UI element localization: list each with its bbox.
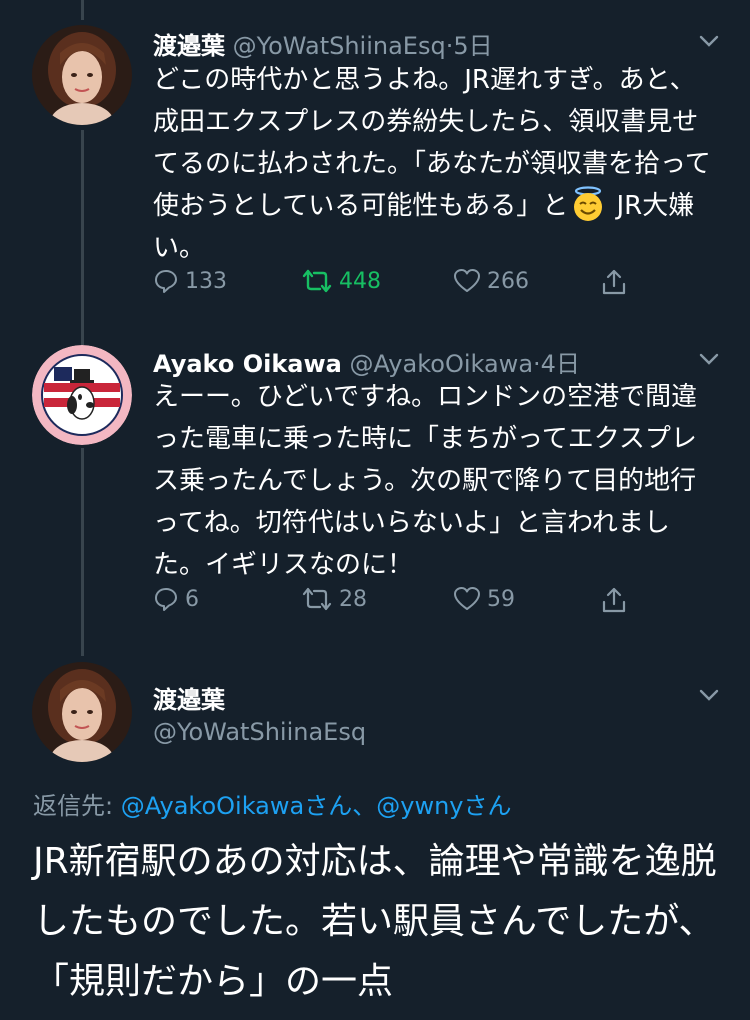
avatar[interactable] [32, 345, 132, 445]
handle[interactable]: @AyakoOikawa [350, 350, 534, 378]
chevron-down-icon[interactable] [698, 348, 720, 370]
handle[interactable]: @YoWatShiinaEsq [153, 718, 366, 746]
reply-count: 6 [185, 586, 199, 612]
reply-button[interactable]: 6 [153, 586, 199, 612]
display-name[interactable]: 渡邉葉 [153, 32, 225, 60]
separator: · [533, 350, 541, 378]
chevron-down-icon[interactable] [698, 684, 720, 706]
replying-to-label: 返信先: [33, 792, 121, 820]
retweet-count: 28 [339, 586, 367, 612]
chevron-down-icon[interactable] [698, 30, 720, 52]
reply-icon [155, 588, 177, 611]
like-count: 59 [487, 586, 515, 612]
heart-icon [454, 587, 480, 610]
snoopy-badge-icon [32, 345, 132, 445]
like-button[interactable]: 59 [453, 586, 515, 612]
mention-suffix: さん [463, 792, 512, 820]
retweet-button[interactable]: 448 [301, 268, 381, 294]
tweet-text: JR新宿駅のあの対応は、論理や常識を逸脱したものでした。若い駅員さんでしたが、「… [33, 841, 717, 1002]
tweet-text: どこの時代かと思うよね。JR遅れすぎ。あと、成田エクスプレスの券紛失したら、領収… [153, 59, 718, 269]
mention-suffix: さん、 [304, 792, 377, 820]
reply-icon [155, 270, 177, 293]
like-button[interactable]: 266 [453, 268, 529, 294]
retweet-icon [302, 587, 332, 611]
timestamp[interactable]: 4日 [541, 350, 580, 378]
tweet-text: えーー。ひどいですね。ロンドンの空港で間違った電車に乗った時に「まちがってエクス… [153, 382, 698, 580]
retweet-icon [302, 269, 332, 293]
mention-link-ywny[interactable]: @ywny [376, 792, 463, 820]
display-name[interactable]: 渡邉葉 [153, 686, 225, 714]
reply-count: 133 [185, 268, 227, 294]
replying-to: 返信先: @AyakoOikawaさん、@ywnyさん [33, 786, 511, 821]
share-icon [602, 269, 626, 295]
tweet-2[interactable]: Ayako Oikawa @AyakoOikawa·4日 えーー。ひどいですね。… [0, 330, 750, 640]
handle[interactable]: @YoWatShiinaEsq [233, 32, 446, 60]
display-name[interactable]: Ayako Oikawa [153, 350, 342, 378]
smiling-face-with-halo-icon [574, 186, 603, 221]
reply-button[interactable]: 133 [153, 268, 227, 294]
retweet-count: 448 [339, 268, 381, 294]
share-button[interactable] [601, 268, 633, 296]
mention-link-ayakooikawa[interactable]: @AyakoOikawa [121, 792, 305, 820]
user-photo-icon [32, 25, 132, 125]
timestamp[interactable]: 5日 [453, 32, 492, 60]
heart-icon [454, 269, 480, 292]
avatar[interactable] [32, 662, 132, 762]
retweet-button[interactable]: 28 [301, 586, 367, 612]
share-icon [602, 587, 626, 613]
tweet-3[interactable]: 渡邉葉 @YoWatShiinaEsq 返信先: @AyakoOikawaさん、… [0, 650, 750, 1020]
user-photo-icon [32, 662, 132, 762]
avatar[interactable] [32, 25, 132, 125]
share-button[interactable] [601, 586, 633, 614]
tweet-1[interactable]: 渡邉葉 @YoWatShiinaEsq·5日 どこの時代かと思うよね。JR遅れす… [0, 0, 750, 320]
like-count: 266 [487, 268, 529, 294]
